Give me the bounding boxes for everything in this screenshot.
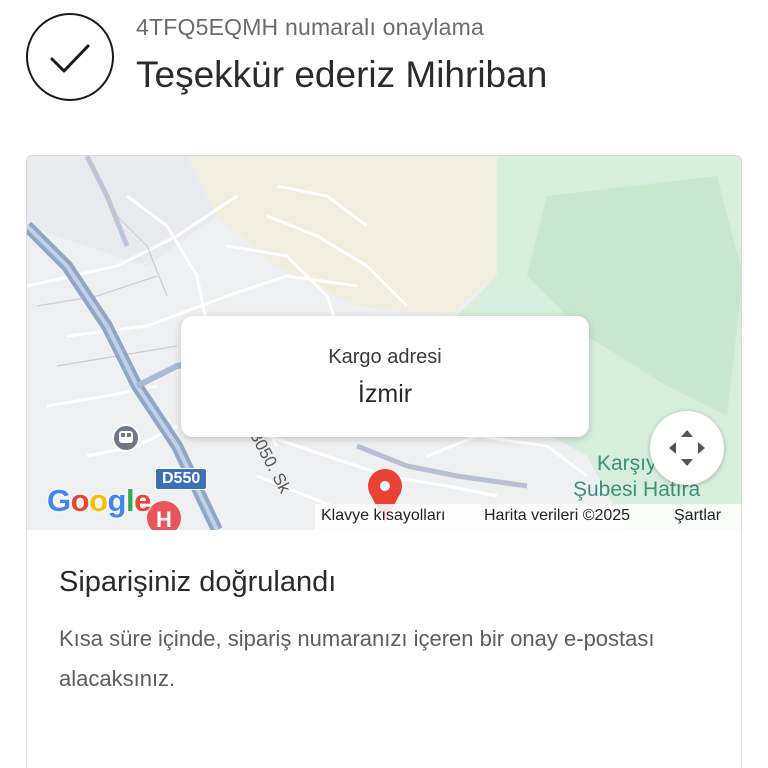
popup-city: İzmir bbox=[357, 380, 413, 408]
place-label-line1: Karşıy bbox=[597, 452, 657, 475]
transit-icon[interactable] bbox=[112, 424, 140, 452]
fullscreen-icon bbox=[669, 430, 705, 466]
order-confirmed-message: Kısa süre içinde, sipariş numaranızı içe… bbox=[59, 626, 655, 691]
check-circle-icon bbox=[26, 13, 114, 101]
hospital-icon[interactable]: H bbox=[147, 501, 181, 530]
map-data-link[interactable]: Harita verileri ©2025 bbox=[484, 507, 630, 525]
confirmation-number: 4TFQ5EQMH numaralı onaylama bbox=[136, 14, 484, 40]
shipping-address-popup: Kargo adresi İzmir bbox=[181, 316, 589, 437]
popup-label: Kargo adresi bbox=[328, 346, 442, 368]
terms-link[interactable]: Şartlar bbox=[674, 507, 721, 525]
fullscreen-button[interactable] bbox=[650, 411, 724, 485]
thank-you-heading: Teşekkür ederiz Mihriban bbox=[136, 54, 548, 95]
order-header: 4TFQ5EQMH numaralı onaylama Teşekkür ede… bbox=[0, 0, 768, 120]
svg-text:H: H bbox=[156, 507, 172, 530]
highway-shield: D550 bbox=[155, 468, 208, 490]
order-status-card: H D550 3050. Sk Karşıy Şubesi Hatıra Kar… bbox=[26, 155, 742, 768]
google-logo: Google bbox=[47, 483, 151, 518]
keyboard-shortcuts-link[interactable]: Klavye kısayolları bbox=[321, 507, 446, 525]
shipping-map[interactable]: H D550 3050. Sk Karşıy Şubesi Hatıra Kar… bbox=[27, 156, 741, 530]
order-confirmed-title: Siparişiniz doğrulandı bbox=[59, 566, 337, 598]
